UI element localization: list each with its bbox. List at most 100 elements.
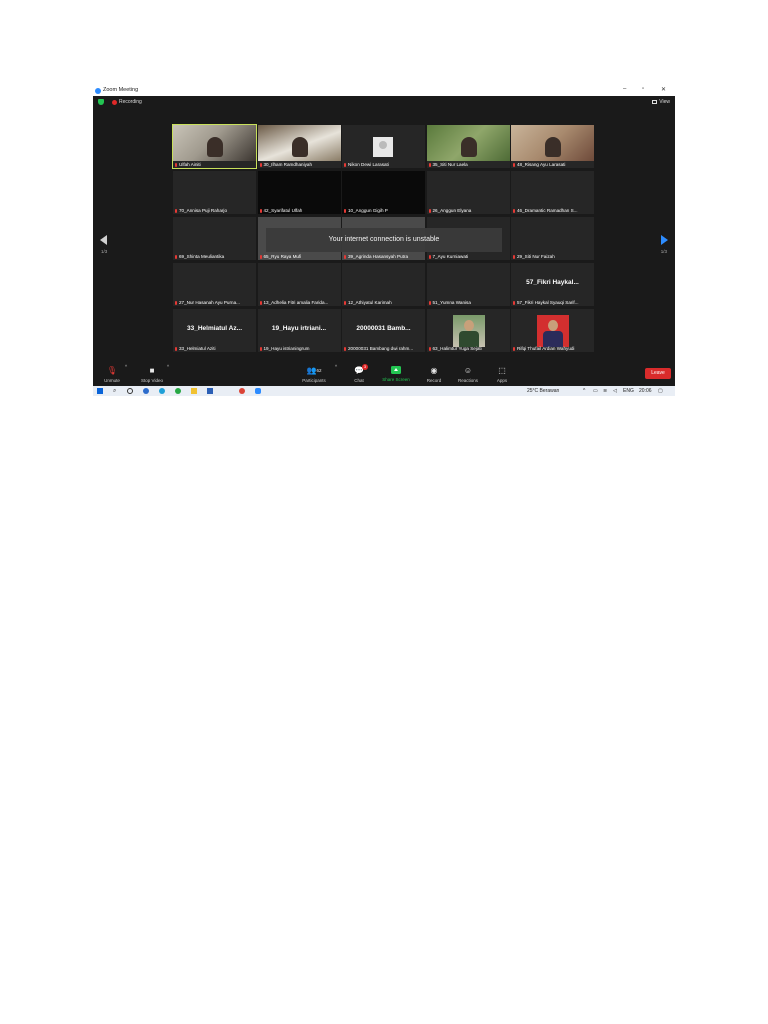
video-camera-icon: ■ xyxy=(149,366,155,375)
participant-name: 27_Nur Hasanah Ayu Purna... xyxy=(179,300,240,305)
participant-name: 42_Syarifatul Ulfah xyxy=(263,208,303,213)
muted-mic-icon xyxy=(175,162,177,167)
participant-name: 57_Fikri Haykal Syauqi Sarif... xyxy=(517,300,579,305)
participant-tile[interactable]: 42_Syarifatul Ulfah xyxy=(257,171,341,214)
participant-tile[interactable]: Rifqi Thufail Ardian Wahyudi xyxy=(511,309,594,352)
participant-tile[interactable]: 48_Risang Ayu Larasati xyxy=(511,125,594,168)
maximize-button[interactable]: ▫ xyxy=(642,86,644,92)
next-page-arrow-icon[interactable] xyxy=(661,235,668,245)
participant-tile[interactable]: Nikon Dewi Larasati xyxy=(342,125,425,168)
reactions-label: Reactions xyxy=(457,378,478,383)
participant-tile[interactable]: 13_Adhelia Fitri amalia Farida... xyxy=(257,263,341,306)
minimize-button[interactable]: – xyxy=(623,86,626,92)
stop-video-button[interactable]: ■ Stop Video xyxy=(137,364,167,383)
participant-name-label: 13_Adhelia Fitri amalia Farida... xyxy=(259,300,339,305)
tray-chevron-icon[interactable]: ^ xyxy=(583,388,585,394)
participant-video xyxy=(257,125,341,161)
participant-name: 70_Annisa Puji Raharjo xyxy=(179,208,228,213)
participant-name-label: 12_Athiyatul Karimah xyxy=(344,300,423,305)
muted-mic-icon xyxy=(513,300,515,305)
muted-mic-icon xyxy=(259,254,262,259)
view-button[interactable]: View xyxy=(652,99,670,105)
edge-icon[interactable] xyxy=(159,388,165,394)
apps-button[interactable]: ⬚ Apps xyxy=(487,364,517,383)
participant-name: 39_Agrinda Hasansyah Putra xyxy=(348,254,409,259)
chat-unread-badge: 3 xyxy=(362,364,368,370)
participant-tile[interactable]: 33_Helmiatul Az... 33_Helmiatul Aziti xyxy=(173,309,256,352)
app-icon[interactable] xyxy=(175,388,181,394)
participant-name: 10_Anggun Gigih P xyxy=(348,208,388,213)
language-indicator[interactable]: ENG xyxy=(623,388,634,394)
participant-name: 20000031 Bambang dwi rahm... xyxy=(348,346,414,351)
chat-button[interactable]: 💬 3 Chat xyxy=(344,364,374,383)
participant-tile[interactable]: 19_Hayu irtriani... 19_Hayu istrianingrum xyxy=(257,309,341,352)
record-button[interactable]: ◉ Record xyxy=(419,364,449,383)
recording-dot-icon xyxy=(112,100,117,105)
participant-name-label: 30_Ilham Ramdhaniyah xyxy=(259,162,339,167)
participant-name-label: 10_Anggun Gigih P xyxy=(344,208,423,213)
participant-name: 35_Siti Nur Laela xyxy=(432,162,468,167)
participant-tile[interactable]: 35_Siti Nur Laela xyxy=(426,125,510,168)
apps-label: Apps xyxy=(496,378,508,383)
participant-name-label: 42_Syarifatul Ulfah xyxy=(259,208,339,213)
participant-tile[interactable]: 27_Nur Hasanah Ayu Purna... xyxy=(173,263,256,306)
participant-name: 13_Adhelia Fitri amalia Farida... xyxy=(263,300,329,305)
participants-icon: 👥62 xyxy=(306,366,322,375)
participant-tile[interactable]: 51_Yumna Wanisa xyxy=(426,263,510,306)
participants-caret-icon[interactable]: ^ xyxy=(333,364,339,369)
word-icon[interactable] xyxy=(207,388,213,394)
participant-name-label: 19_Hayu istrianingrum xyxy=(259,346,339,351)
profile-head xyxy=(463,320,474,331)
participant-tile[interactable]: 46_Dramantic Ramadhan S... xyxy=(511,171,594,214)
browser-icon[interactable] xyxy=(143,388,149,394)
participant-name-label: 39_Agrinda Hasansyah Putra xyxy=(344,254,423,259)
participant-tile[interactable]: 12_Athiyatul Karimah xyxy=(342,263,425,306)
participant-tile[interactable]: 70_Annisa Puji Raharjo xyxy=(173,171,256,214)
weather-readout[interactable]: 25°C Berawan xyxy=(527,388,559,394)
participants-button[interactable]: 👥62 Participants xyxy=(298,364,330,383)
search-icon[interactable]: ⌕ xyxy=(113,388,119,394)
chrome-icon[interactable] xyxy=(239,388,245,394)
close-button[interactable]: ✕ xyxy=(661,86,666,93)
previous-page-arrow-icon[interactable] xyxy=(100,235,107,245)
recording-label[interactable]: Recording xyxy=(119,99,142,105)
muted-mic-icon xyxy=(344,346,346,351)
volume-icon[interactable]: ◁ xyxy=(613,388,617,394)
participant-tile[interactable]: 30_Ilham Ramdhaniyah xyxy=(257,125,341,168)
participant-name-label: 35_Siti Nur Laela xyxy=(428,162,508,167)
video-options-caret-icon[interactable]: ^ xyxy=(165,364,171,369)
participant-figure xyxy=(545,137,561,157)
participant-tile[interactable]: Ulfah Ainiti xyxy=(172,124,257,169)
share-screen-label: Share Screen xyxy=(382,377,410,382)
participant-tile[interactable]: 63_Halimtur Yuga Sejati xyxy=(426,309,510,352)
participant-video xyxy=(511,125,594,161)
participant-tile[interactable]: 10_Anggun Gigih P xyxy=(342,171,425,214)
leave-button[interactable]: Leave xyxy=(645,368,671,379)
shield-icon[interactable] xyxy=(98,99,104,105)
wifi-icon[interactable]: ≋ xyxy=(603,388,607,394)
task-view-icon[interactable] xyxy=(127,388,133,394)
participant-tile[interactable]: 69_Shinta Meuliantika xyxy=(173,217,256,260)
participant-name-label: 46_Dramantic Ramadhan S... xyxy=(513,208,592,213)
participant-name-label: 7_Ayu Kurniawati xyxy=(428,254,508,259)
zoom-taskbar-icon[interactable] xyxy=(255,388,261,394)
participant-figure xyxy=(207,137,223,157)
notification-icon[interactable]: ▢ xyxy=(658,388,663,394)
reactions-button[interactable]: ☺ Reactions xyxy=(453,364,483,383)
share-screen-button[interactable]: Share Screen xyxy=(379,364,413,382)
unmute-label: Unmute xyxy=(104,378,120,383)
file-explorer-icon[interactable] xyxy=(191,388,197,394)
participant-tile[interactable]: 29_Siti Nur Faizah xyxy=(511,217,594,260)
muted-mic-icon xyxy=(344,300,346,305)
participant-name: 7_Ayu Kurniawati xyxy=(432,254,469,259)
participant-tile[interactable]: 57_Fikri Haykal... 57_Fikri Haykal Syauqi… xyxy=(511,263,594,306)
zoom-app-icon xyxy=(95,88,101,94)
participant-tile[interactable]: 20000031 Bamb... 20000031 Bambang dwi rah… xyxy=(342,309,425,352)
participant-tile[interactable]: 26_Anggun Elyana xyxy=(426,171,510,214)
audio-options-caret-icon[interactable]: ^ xyxy=(123,364,129,369)
battery-icon[interactable]: ▭ xyxy=(593,388,598,394)
clock[interactable]: 20:06 xyxy=(639,388,652,394)
windows-start-icon[interactable] xyxy=(97,388,103,394)
profile-photo xyxy=(452,315,485,347)
muted-mic-icon xyxy=(428,162,431,167)
